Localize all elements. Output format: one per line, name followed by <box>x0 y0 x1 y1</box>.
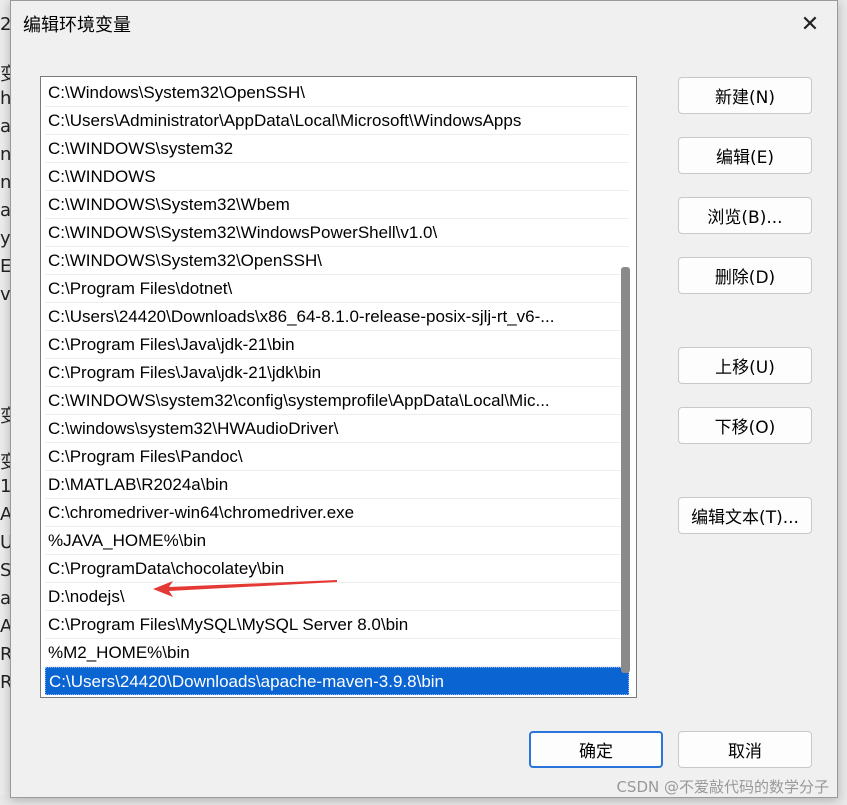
path-list-item[interactable]: C:\WINDOWS\System32\OpenSSH\ <box>45 247 629 275</box>
move-up-button[interactable]: 上移(U) <box>678 347 812 384</box>
path-list-item[interactable]: C:\Users\24420\Downloads\apache-maven-3.… <box>45 667 629 695</box>
path-list-item[interactable]: C:\Users\Administrator\AppData\Local\Mic… <box>45 107 629 135</box>
path-list-item[interactable]: %JAVA_HOME%\bin <box>45 527 629 555</box>
path-list-item[interactable]: C:\ProgramData\chocolatey\bin <box>45 555 629 583</box>
dialog-title: 编辑环境变量 <box>23 15 131 36</box>
cancel-button[interactable]: 取消 <box>678 731 812 768</box>
path-listbox[interactable]: C:\Windows\System32\OpenSSH\ C:\Users\Adm… <box>40 76 637 698</box>
path-list-item[interactable]: C:\chromedriver-win64\chromedriver.exe <box>45 499 629 527</box>
edit-text-button[interactable]: 编辑文本(T)... <box>678 497 812 534</box>
path-list-item[interactable]: D:\nodejs\ <box>45 583 629 611</box>
browse-button[interactable]: 浏览(B)... <box>678 197 812 234</box>
path-list-item[interactable]: C:\WINDOWS\System32\WindowsPowerShell\v1… <box>45 219 629 247</box>
path-list-item[interactable]: C:\Program Files\Pandoc\ <box>45 443 629 471</box>
delete-button[interactable]: 删除(D) <box>678 257 812 294</box>
close-icon[interactable]: ✕ <box>793 7 827 41</box>
path-list-item[interactable]: C:\Windows\System32\OpenSSH\ <box>45 79 629 107</box>
path-list-item[interactable]: C:\Program Files\Java\jdk-21\bin <box>45 331 629 359</box>
edit-button[interactable]: 编辑(E) <box>678 137 812 174</box>
path-list-item[interactable]: C:\Users\24420\Downloads\x86_64-8.1.0-re… <box>45 303 629 331</box>
new-button[interactable]: 新建(N) <box>678 77 812 114</box>
ok-button[interactable]: 确定 <box>529 731 663 768</box>
path-list-item[interactable]: C:\Program Files\Java\jdk-21\jdk\bin <box>45 359 629 387</box>
move-down-button[interactable]: 下移(O) <box>678 407 812 444</box>
path-list-item[interactable]: C:\WINDOWS\system32 <box>45 135 629 163</box>
edit-environment-variable-dialog: 编辑环境变量 ✕ C:\Windows\System32\OpenSSH\ C:\… <box>10 0 838 798</box>
path-list-items: C:\Windows\System32\OpenSSH\ C:\Users\Adm… <box>45 79 629 695</box>
path-list-item[interactable]: C:\WINDOWS\system32\config\systemprofile… <box>45 387 629 415</box>
path-list-item[interactable]: D:\MATLAB\R2024a\bin <box>45 471 629 499</box>
path-list-item[interactable]: C:\windows\system32\HWAudioDriver\ <box>45 415 629 443</box>
path-list-item[interactable]: C:\Program Files\MySQL\MySQL Server 8.0\… <box>45 611 629 639</box>
path-list-item[interactable]: %M2_HOME%\bin <box>45 639 629 667</box>
scrollbar-thumb[interactable] <box>621 267 630 673</box>
path-list-item[interactable]: C:\WINDOWS <box>45 163 629 191</box>
path-list-item[interactable]: C:\Program Files\dotnet\ <box>45 275 629 303</box>
path-list-item[interactable]: C:\WINDOWS\System32\Wbem <box>45 191 629 219</box>
watermark: CSDN @不爱敲代码的数学分子 <box>616 778 829 796</box>
